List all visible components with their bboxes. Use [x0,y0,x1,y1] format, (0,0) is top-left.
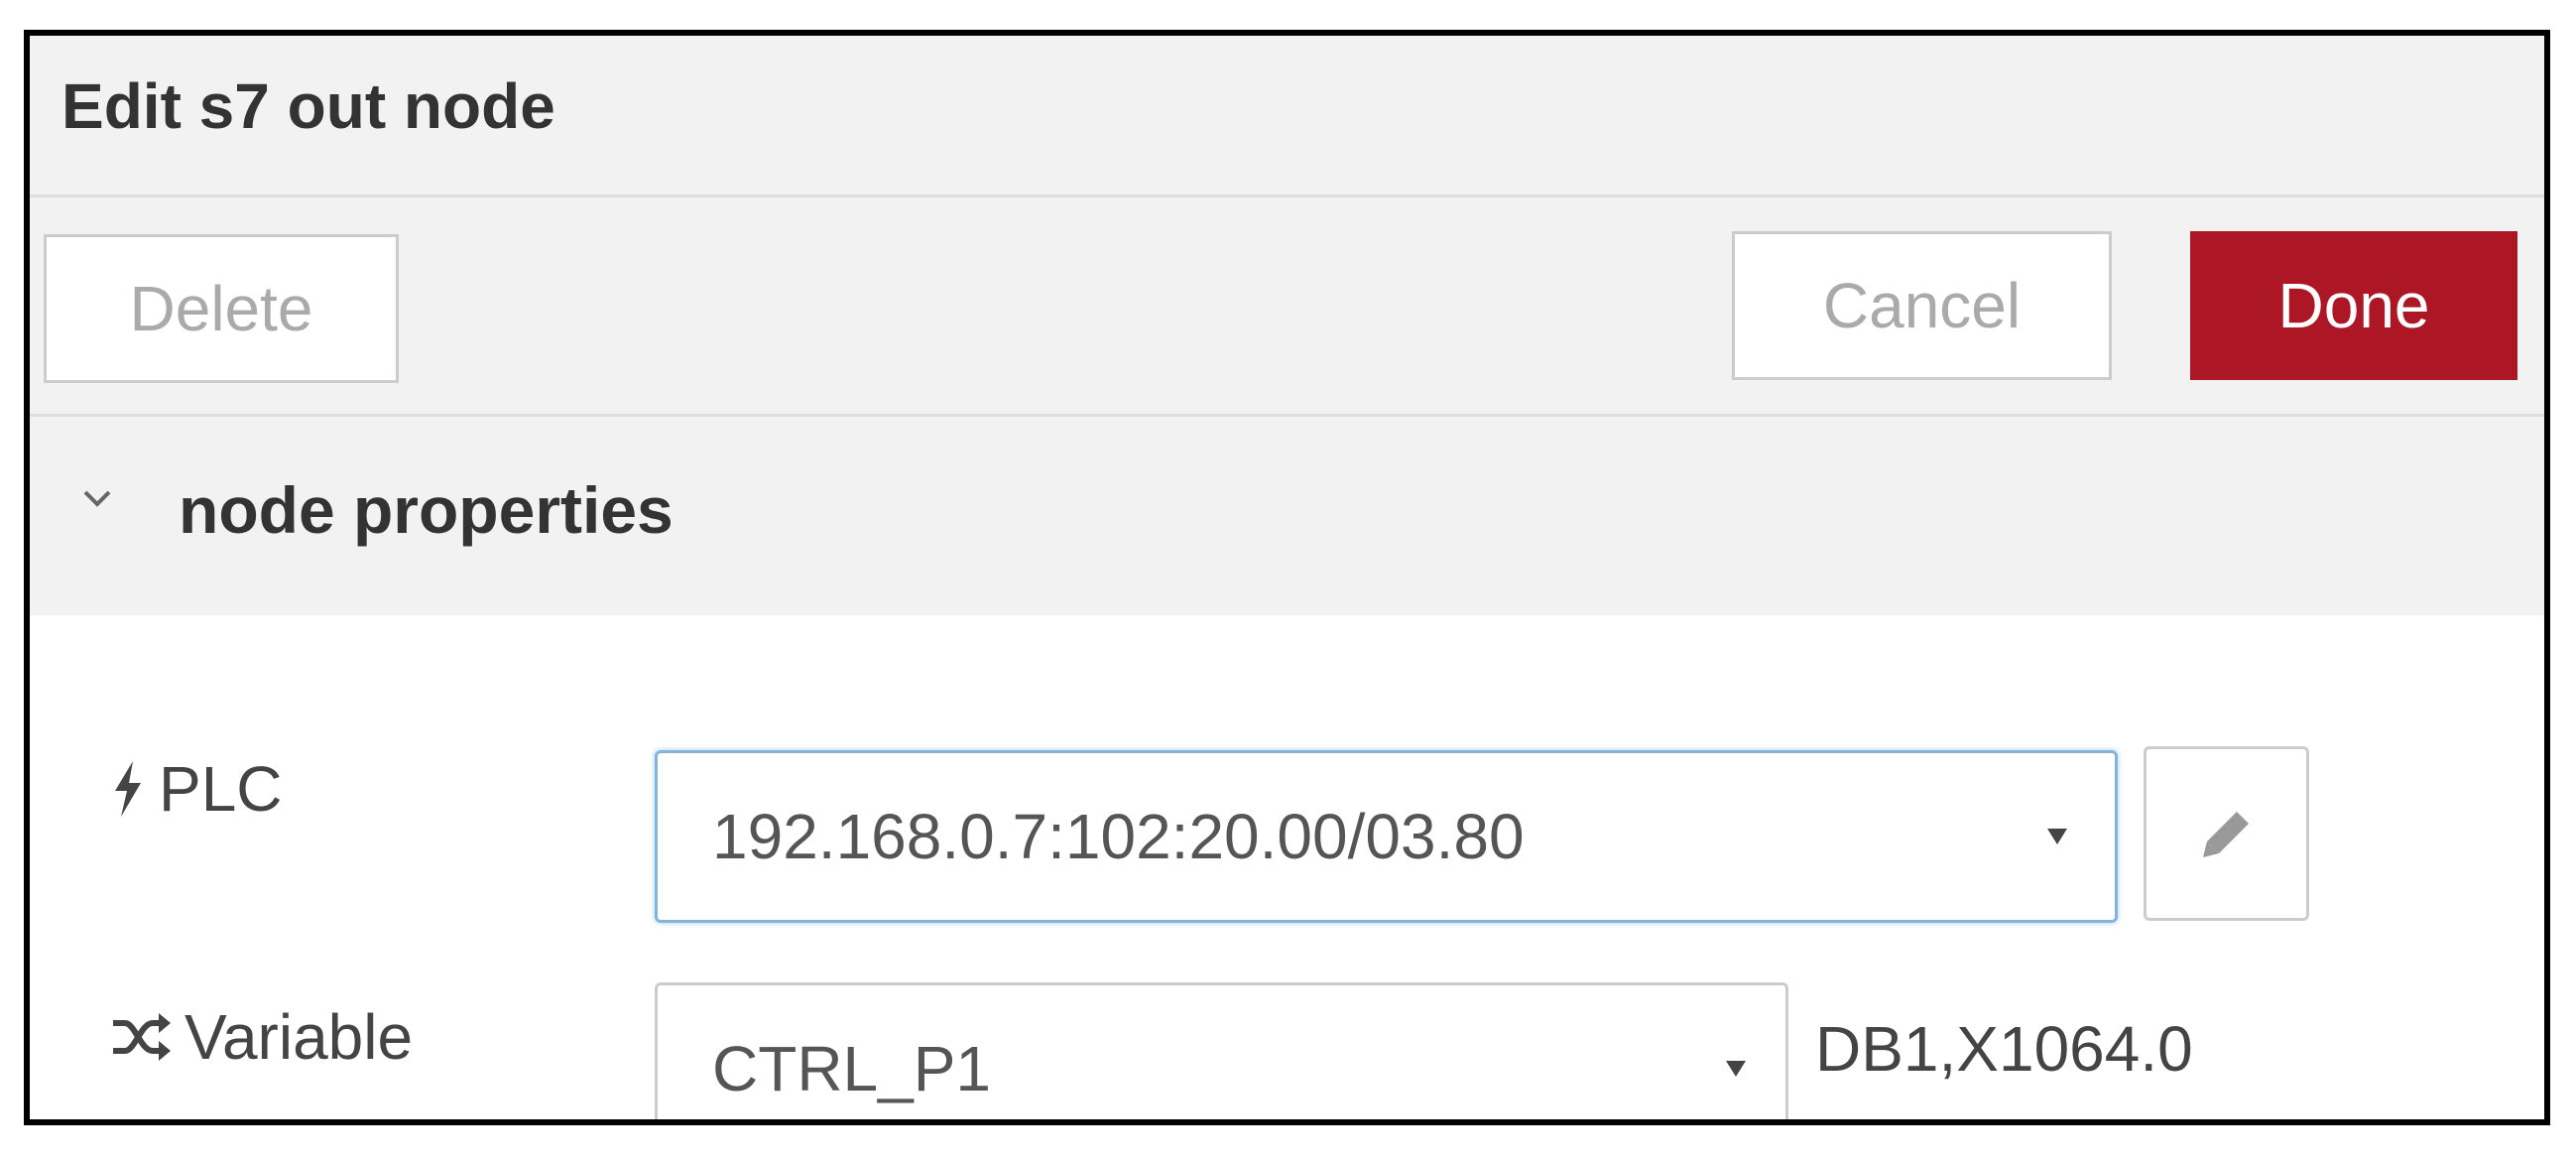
plc-select[interactable]: 192.168.0.7:102:20.00/03.80 [655,750,2118,923]
dialog-title: Edit s7 out node [61,70,555,142]
variable-label: Variable [111,992,413,1082]
variable-select[interactable]: CTRL_P1 [655,982,1788,1119]
delete-button[interactable]: Delete [44,234,399,383]
bolt-icon [115,761,141,817]
edit-node-dialog: Edit s7 out node Delete Cancel Done node… [24,30,2550,1125]
caret-down-icon [1726,1061,1746,1077]
node-properties-form: PLC 192.168.0.7:102:20.00/03.80 Variable… [30,615,2544,1119]
edit-plc-button[interactable] [2144,746,2309,921]
dialog-toolbar: Delete Cancel Done [30,197,2544,417]
pencil-icon [2202,812,2249,857]
variable-select-value: CTRL_P1 [712,1033,991,1104]
plc-label: PLC [111,744,283,834]
caret-down-icon [2047,829,2067,844]
plc-select-value: 192.168.0.7:102:20.00/03.80 [712,801,1525,872]
variable-label-text: Variable [184,1001,414,1073]
section-title: node properties [179,473,674,547]
done-button[interactable]: Done [2190,231,2517,380]
variable-address: DB1,X1064.0 [1815,1013,2193,1085]
node-properties-header[interactable]: node properties [30,417,2544,615]
shuffle-icon [113,1013,171,1061]
cancel-button[interactable]: Cancel [1732,231,2112,380]
dialog-title-bar: Edit s7 out node [30,36,2544,197]
chevron-down-icon [83,490,111,507]
plc-label-text: PLC [159,753,283,825]
